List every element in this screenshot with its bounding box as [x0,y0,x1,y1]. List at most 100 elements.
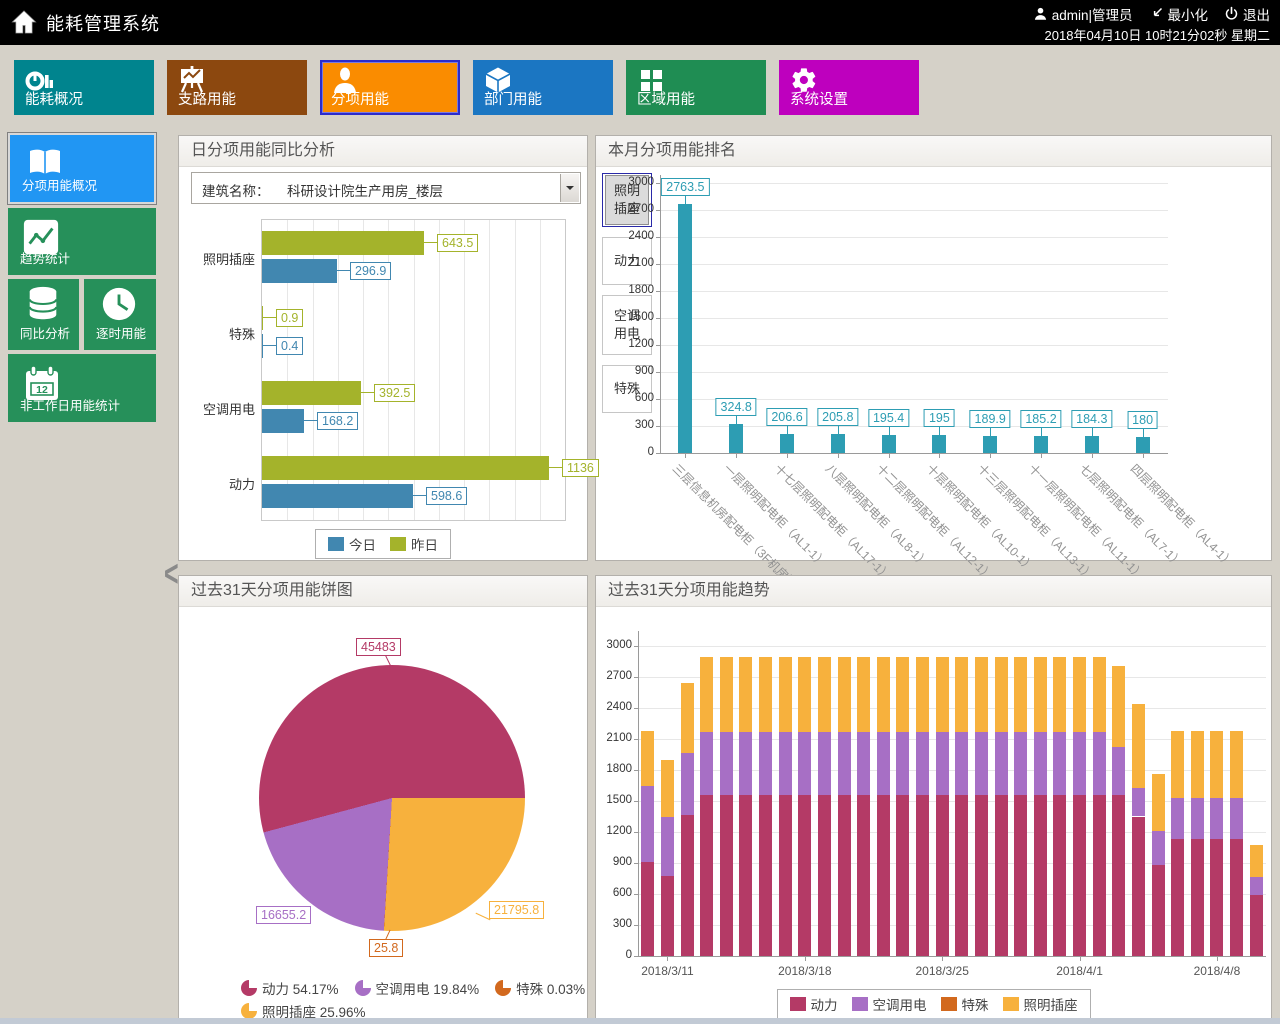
bar[interactable] [1085,436,1099,453]
user-menu[interactable]: admin|管理员 [1033,4,1133,24]
bar-segment[interactable] [857,732,870,795]
bar-segment[interactable] [798,795,811,956]
bar-segment[interactable] [936,795,949,956]
bar-segment[interactable] [1053,795,1066,956]
bar[interactable] [831,434,845,453]
bar-segment[interactable] [681,683,694,753]
bar[interactable] [882,435,896,453]
legend-item[interactable]: 昨日 [390,534,438,554]
bar[interactable] [729,424,743,453]
bar-segment[interactable] [995,732,1008,795]
bar[interactable] [262,409,304,433]
bar-segment[interactable] [661,817,674,876]
bar-segment[interactable] [1230,798,1243,838]
bar-segment[interactable] [798,657,811,732]
bar-segment[interactable] [1093,657,1106,732]
minimize-button[interactable]: 最小化 [1149,4,1209,24]
bar-segment[interactable] [720,657,733,732]
bar-segment[interactable] [936,657,949,732]
bar-segment[interactable] [759,795,772,956]
bar-segment[interactable] [779,732,792,795]
bar-segment[interactable] [739,732,752,795]
logout-button[interactable]: 退出 [1224,4,1270,24]
bar-segment[interactable] [1152,865,1165,956]
bar-segment[interactable] [798,732,811,795]
bar-segment[interactable] [1191,798,1204,838]
bar-segment[interactable] [700,732,713,795]
bar-segment[interactable] [1171,798,1184,838]
bar-segment[interactable] [1014,795,1027,956]
bar-segment[interactable] [1210,798,1223,838]
bar-segment[interactable] [975,657,988,732]
bar[interactable] [262,306,263,330]
bar-segment[interactable] [1132,817,1145,957]
bar-segment[interactable] [1250,845,1263,877]
bar-segment[interactable] [1073,795,1086,956]
bar-segment[interactable] [975,795,988,956]
bar-segment[interactable] [916,732,929,795]
bar-segment[interactable] [720,795,733,956]
bar-segment[interactable] [1034,795,1047,956]
bar[interactable] [262,259,337,283]
home-icon[interactable] [10,8,38,41]
bar-segment[interactable] [1093,795,1106,956]
collapse-sidebar-chevron-icon[interactable]: < [164,553,179,597]
bar-segment[interactable] [661,760,674,817]
bar[interactable] [262,484,413,508]
sidebar-item-trend-stats[interactable]: 趋势统计 [8,208,156,275]
bar-segment[interactable] [1034,732,1047,795]
bar[interactable] [1136,437,1150,453]
bar[interactable] [983,436,997,453]
bar-segment[interactable] [1230,731,1243,798]
bar-segment[interactable] [1250,895,1263,956]
bar-segment[interactable] [1250,877,1263,895]
bar-segment[interactable] [857,795,870,956]
bar-segment[interactable] [975,732,988,795]
bar-segment[interactable] [1014,732,1027,795]
bar-segment[interactable] [641,731,654,786]
bar-segment[interactable] [1132,704,1145,787]
bar-segment[interactable] [877,795,890,956]
nav-tab-subentry-energy[interactable]: 分项用能 [320,60,460,115]
bar-segment[interactable] [877,732,890,795]
bar-segment[interactable] [1053,732,1066,795]
bar-segment[interactable] [916,657,929,732]
bar[interactable] [262,334,263,358]
nav-tab-energy-overview[interactable]: 能耗概况 [14,60,154,115]
bar-segment[interactable] [1053,657,1066,732]
bar-segment[interactable] [1152,831,1165,865]
bar-segment[interactable] [838,657,851,732]
bar-segment[interactable] [1210,839,1223,956]
bar[interactable] [262,456,549,480]
bar-segment[interactable] [1073,657,1086,732]
bar-segment[interactable] [720,732,733,795]
bar[interactable] [262,231,424,255]
bar-segment[interactable] [1014,657,1027,732]
legend-item[interactable]: 空调用电 [852,994,927,1014]
bar-segment[interactable] [1171,839,1184,956]
legend-item[interactable]: 动力 54.17% [241,978,339,998]
bar-segment[interactable] [818,657,831,732]
bar-segment[interactable] [1073,732,1086,795]
building-selector[interactable]: 建筑名称： 科研设计院生产用房_楼层 [191,172,581,204]
bar-segment[interactable] [779,657,792,732]
bar-segment[interactable] [896,795,909,956]
bar[interactable] [780,434,794,453]
sidebar-item-nonworkday-stats[interactable]: 12非工作日用能统计 [8,354,156,422]
bar-segment[interactable] [681,753,694,815]
dropdown-button[interactable] [560,174,579,202]
bar-segment[interactable] [1132,788,1145,817]
nav-tab-area-energy[interactable]: 区域用能 [626,60,766,115]
pie-graphic[interactable] [259,665,525,931]
bar-segment[interactable] [857,657,870,732]
bar-segment[interactable] [995,795,1008,956]
bar-segment[interactable] [661,876,674,956]
bar[interactable] [932,435,946,453]
bar-segment[interactable] [936,732,949,795]
bar-segment[interactable] [1210,731,1223,798]
legend-item[interactable]: 空调用电 19.84% [355,978,480,998]
legend-item[interactable]: 今日 [328,534,376,554]
bar[interactable] [262,381,361,405]
bar-segment[interactable] [1112,747,1125,795]
bar[interactable] [1034,436,1048,453]
